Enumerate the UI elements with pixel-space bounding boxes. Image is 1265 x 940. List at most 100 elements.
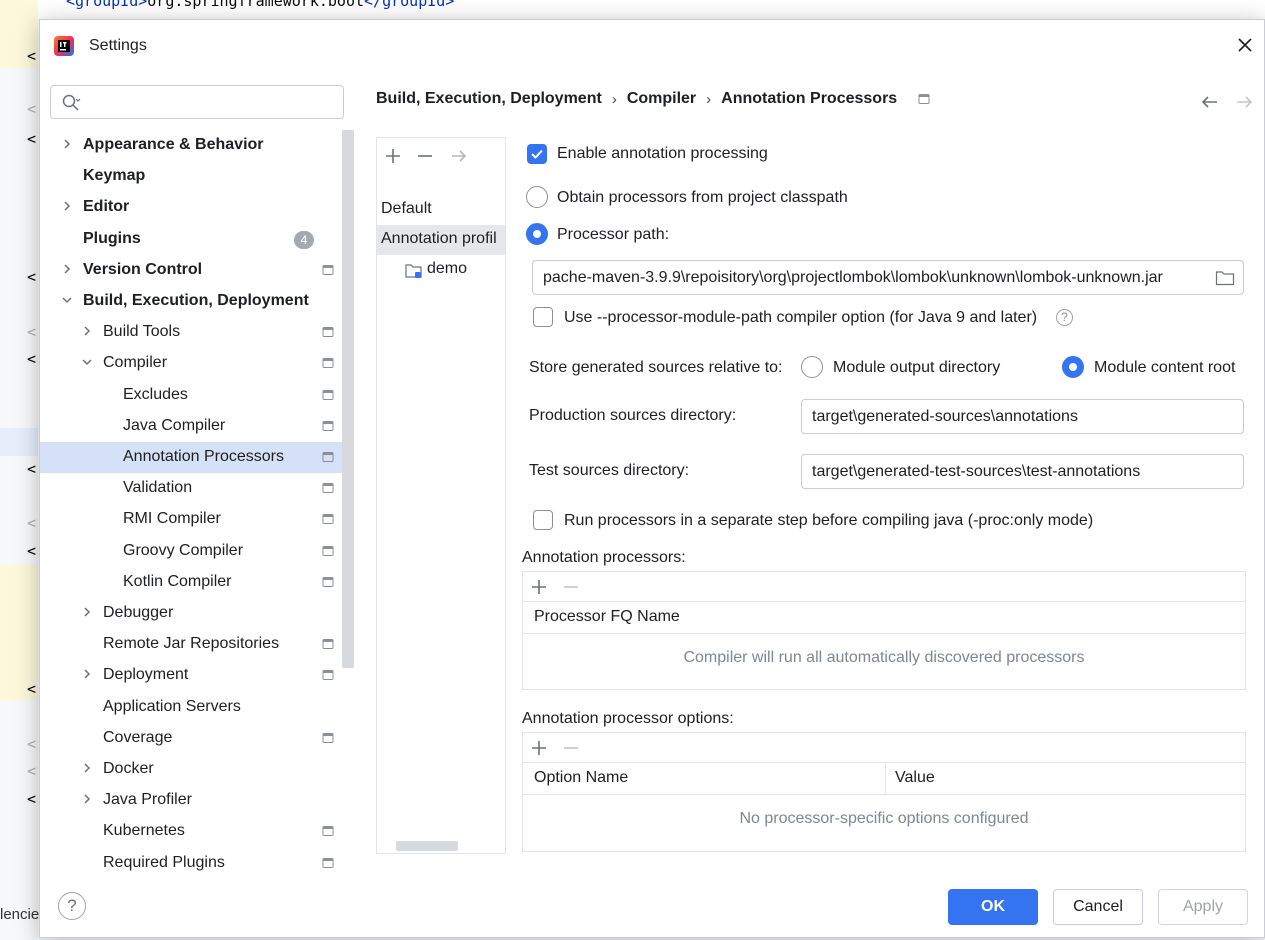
settings-search[interactable] bbox=[50, 85, 344, 119]
module-output-radio[interactable] bbox=[801, 356, 823, 378]
breadcrumb-separator: › bbox=[611, 90, 617, 108]
annotation-processors-title: Annotation processors: bbox=[522, 549, 686, 566]
help-button[interactable]: ? bbox=[58, 892, 86, 920]
sidebar-item-version-control[interactable]: Version Control bbox=[40, 255, 354, 286]
add-icon[interactable] bbox=[529, 738, 549, 758]
sidebar-item-required-plugins[interactable]: Required Plugins bbox=[40, 848, 354, 879]
profile-label: demo bbox=[427, 260, 468, 277]
sidebar-item-application-servers[interactable]: Application Servers bbox=[40, 692, 354, 723]
folder-icon[interactable] bbox=[1215, 269, 1235, 287]
move-to-icon[interactable] bbox=[449, 146, 469, 166]
test-sources-input[interactable] bbox=[812, 461, 1232, 483]
processor-path-field[interactable] bbox=[532, 260, 1244, 295]
editor-code-line: <groupId>org.springframework.boot</group… bbox=[66, 0, 455, 10]
chevron-right-icon[interactable] bbox=[80, 605, 94, 619]
sidebar-item-coverage[interactable]: Coverage bbox=[40, 723, 354, 754]
add-icon[interactable] bbox=[383, 146, 403, 166]
sidebar-item-build-tools[interactable]: Build Tools bbox=[40, 317, 354, 348]
sidebar-item-remote-jar-repositories[interactable]: Remote Jar Repositories bbox=[40, 629, 354, 660]
breadcrumb-item[interactable]: Build, Execution, Deployment bbox=[376, 90, 602, 108]
sidebar-item-java-compiler[interactable]: Java Compiler bbox=[40, 411, 354, 442]
search-input[interactable] bbox=[87, 90, 337, 114]
fold-marker: < bbox=[27, 130, 37, 148]
sidebar-item-kotlin-compiler[interactable]: Kotlin Compiler bbox=[40, 567, 354, 598]
module-path-checkbox[interactable] bbox=[533, 307, 553, 327]
production-sources-field[interactable] bbox=[801, 399, 1244, 434]
processor-path-input[interactable] bbox=[543, 267, 1203, 289]
fold-marker: < bbox=[27, 100, 37, 118]
project-scope-icon bbox=[918, 94, 930, 104]
module-content-root-radio[interactable] bbox=[1062, 356, 1084, 378]
enable-processing-label: Enable annotation processing bbox=[557, 145, 768, 162]
sidebar-item-deployment[interactable]: Deployment bbox=[40, 660, 354, 691]
apply-button[interactable]: Apply bbox=[1158, 889, 1248, 925]
obtain-classpath-radio[interactable] bbox=[526, 186, 548, 208]
chevron-right-icon[interactable] bbox=[60, 199, 74, 213]
chevron-right-icon[interactable] bbox=[80, 792, 94, 806]
project-scope-icon bbox=[322, 576, 334, 587]
add-icon[interactable] bbox=[529, 577, 549, 597]
processor-path-radio[interactable] bbox=[526, 223, 548, 245]
sidebar-item-annotation-processors[interactable]: Annotation Processors bbox=[40, 442, 354, 473]
annotation-processors-table: Processor FQ Name Compiler will run all … bbox=[522, 571, 1246, 690]
sidebar-item-label: Validation bbox=[123, 479, 193, 497]
project-scope-icon bbox=[322, 327, 334, 338]
cancel-button[interactable]: Cancel bbox=[1053, 889, 1143, 925]
sidebar-item-java-profiler[interactable]: Java Profiler bbox=[40, 785, 354, 816]
editor-highlight-band bbox=[0, 428, 38, 456]
remove-icon[interactable] bbox=[561, 577, 581, 597]
separate-step-checkbox[interactable] bbox=[533, 510, 553, 530]
chevron-down-icon[interactable] bbox=[80, 355, 94, 369]
remove-icon[interactable] bbox=[415, 146, 435, 166]
store-generated-label: Store generated sources relative to: bbox=[529, 359, 783, 376]
sidebar-item-groovy-compiler[interactable]: Groovy Compiler bbox=[40, 536, 354, 567]
profile-item-annotation-profile[interactable]: Annotation profil bbox=[377, 225, 505, 255]
sidebar-item-kubernetes[interactable]: Kubernetes bbox=[40, 816, 354, 847]
sidebar-item-editor[interactable]: Editor bbox=[40, 192, 354, 223]
chevron-right-icon[interactable] bbox=[60, 262, 74, 276]
sidebar-item-plugins[interactable]: Plugins 4 bbox=[40, 224, 354, 255]
test-sources-field[interactable] bbox=[801, 454, 1244, 489]
back-arrow-icon[interactable] bbox=[1200, 94, 1220, 110]
fold-marker: < bbox=[27, 680, 37, 698]
remove-icon[interactable] bbox=[561, 738, 581, 758]
sidebar-item-label: Remote Jar Repositories bbox=[103, 635, 280, 653]
column-header-option-name[interactable]: Option Name bbox=[534, 769, 628, 787]
sidebar-item-rmi-compiler[interactable]: RMI Compiler bbox=[40, 504, 354, 535]
help-icon[interactable]: ? bbox=[1056, 309, 1073, 326]
sidebar-item-validation[interactable]: Validation bbox=[40, 473, 354, 504]
breadcrumb-item[interactable]: Compiler bbox=[627, 90, 696, 108]
chevron-right-icon[interactable] bbox=[80, 761, 94, 775]
column-header-value[interactable]: Value bbox=[895, 769, 935, 787]
enable-processing-checkbox[interactable] bbox=[527, 144, 547, 164]
chevron-right-icon[interactable] bbox=[60, 137, 74, 151]
sidebar-item-compiler[interactable]: Compiler bbox=[40, 348, 354, 379]
sidebar-item-debugger[interactable]: Debugger bbox=[40, 598, 354, 629]
profiles-hscrollbar[interactable] bbox=[396, 841, 458, 851]
project-scope-icon bbox=[322, 639, 334, 650]
processor-options-table: Option Name Value No processor-specific … bbox=[522, 732, 1246, 852]
sidebar-item-label: Compiler bbox=[103, 354, 168, 372]
sidebar-item-keymap[interactable]: Keymap bbox=[40, 161, 354, 192]
project-scope-icon bbox=[322, 732, 334, 743]
sidebar-item-label: Plugins bbox=[83, 229, 141, 247]
chevron-down-icon[interactable] bbox=[60, 293, 74, 307]
fold-marker: < bbox=[27, 735, 37, 753]
column-header-processor-name[interactable]: Processor FQ Name bbox=[534, 608, 680, 626]
chevron-right-icon[interactable] bbox=[80, 324, 94, 338]
project-scope-icon bbox=[322, 857, 334, 868]
forward-arrow-icon[interactable] bbox=[1234, 94, 1254, 110]
sidebar-item-docker[interactable]: Docker bbox=[40, 754, 354, 785]
sidebar-item-build-execution-deployment[interactable]: Build, Execution, Deployment bbox=[40, 286, 354, 317]
ok-button[interactable]: OK bbox=[948, 889, 1038, 925]
chevron-right-icon[interactable] bbox=[80, 667, 94, 681]
profile-item-default[interactable]: Default bbox=[377, 195, 505, 225]
sidebar-item-appearance-behavior[interactable]: Appearance & Behavior bbox=[40, 130, 354, 161]
sidebar-item-label: Coverage bbox=[103, 728, 173, 746]
close-icon[interactable] bbox=[1234, 34, 1256, 56]
sidebar-item-excludes[interactable]: Excludes bbox=[40, 380, 354, 411]
profile-item-demo[interactable]: demo bbox=[377, 255, 505, 285]
column-divider[interactable] bbox=[885, 764, 886, 795]
production-sources-input[interactable] bbox=[812, 406, 1232, 428]
tree-scrollbar[interactable] bbox=[342, 130, 354, 668]
